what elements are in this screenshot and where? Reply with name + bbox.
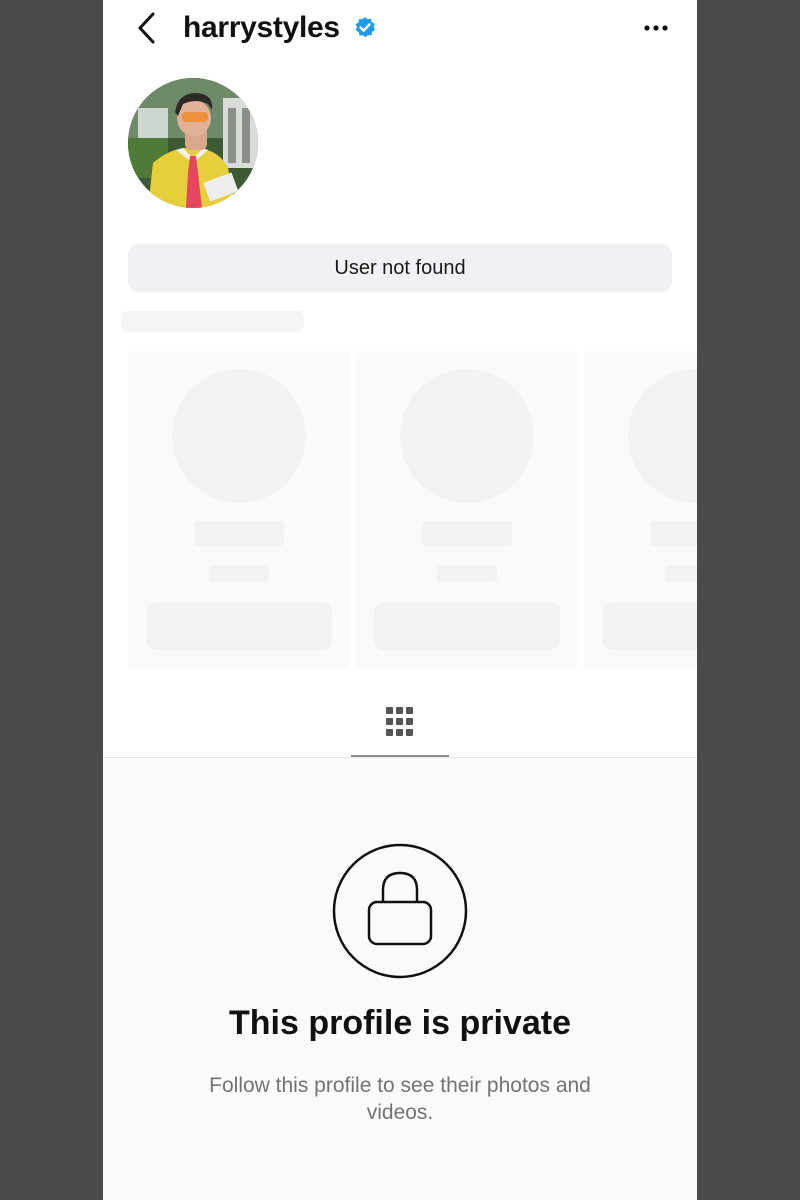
skeleton-card [128,351,350,668]
verified-badge-icon [355,17,375,38]
skeleton-line [665,565,697,582]
lock-icon [332,843,468,979]
private-subtitle: Follow this profile to see their photos … [209,1074,591,1124]
skeleton-line [194,521,284,546]
skeleton-button [602,602,697,650]
more-horizontal-icon [644,25,668,31]
skeleton-avatar [628,369,697,503]
more-options-button[interactable] [639,14,673,42]
skeleton-card [584,351,697,668]
skeleton-button [146,602,332,650]
avatar-photo [128,78,258,208]
skeleton-title [121,311,304,332]
user-not-found-button[interactable]: User not found [128,244,672,292]
skeleton-avatar [172,369,306,503]
private-title: This profile is private [229,1004,571,1042]
grid-icon [386,707,413,736]
skeleton-card [356,351,578,668]
skeleton-line [437,565,497,582]
chevron-left-icon [138,12,155,44]
back-button[interactable] [133,10,163,46]
profile-avatar[interactable] [128,78,258,208]
tab-posts-grid[interactable] [351,702,449,758]
skeleton-line [422,521,512,546]
skeleton-avatar [400,369,534,503]
profile-username: harrystyles [183,11,340,44]
skeleton-button [374,602,560,650]
user-not-found-label: User not found [334,256,466,279]
skeleton-line [650,521,697,546]
skeleton-line [209,565,269,582]
private-content-area [103,758,697,1200]
profile-screen: harrystyles User not found This profile … [103,0,697,1200]
